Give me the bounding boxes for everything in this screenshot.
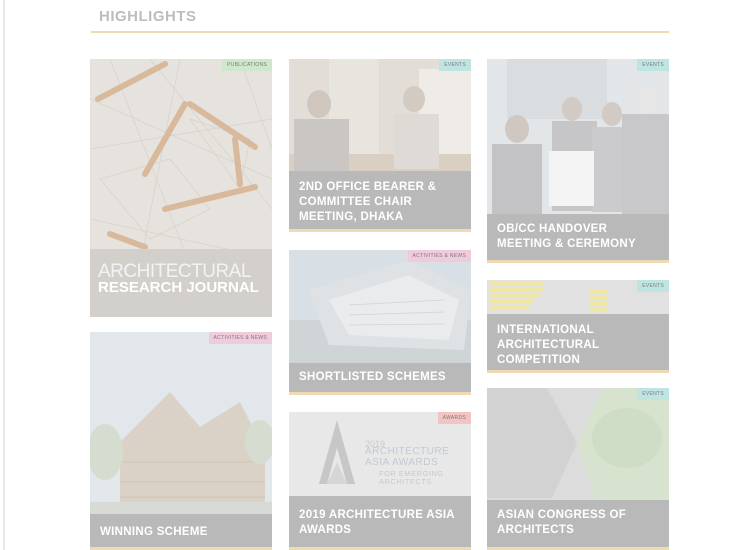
card-tag-activities-news: ACTIVITIES & NEWS [208,332,272,344]
highlight-card-winning-scheme[interactable]: ACTIVITIES & NEWS WINNING SCHEME [90,332,272,550]
highlight-card-obcc-handover[interactable]: EVENTS OB/CC HANDOVER MEETING & CEREMONY [487,59,669,263]
card-title: OB/CC HANDOVER MEETING & CEREMONY [497,223,636,250]
card-title: SHORTLISTED SCHEMES [299,371,446,383]
highlight-card-architecture-asia-awards[interactable]: 2019 ARCHITECTURE ASIA AWARDS FOR EMERGI… [289,412,471,550]
highlight-card-international-competition[interactable]: EVENTS INTERNATIONAL ARCHITECTURAL COMPE… [487,280,669,373]
card-tag-awards: AWARDS [437,412,471,424]
card-tag-events: EVENTS [439,59,471,71]
card-tag-events: EVENTS [637,388,669,400]
highlight-card-shortlisted-schemes[interactable]: ACTIVITIES & NEWS SHORTLISTED SCHEMES [289,250,471,395]
page-left-border [3,0,5,550]
card-title: INTERNATIONAL ARCHITECTURAL COMPETITION [497,324,600,366]
card-title: 2019 ARCHITECTURE ASIA AWARDS [299,509,455,536]
card-tag-events: EVENTS [637,59,669,71]
card-title: ASIAN CONGRESS OF ARCHITECTS [497,509,627,536]
card-tag-publications: PUBLICATIONS [222,59,272,71]
highlight-card-research-journal[interactable]: PUBLICATIONS ARCHITECTURAL RESEARCH JOUR… [90,59,272,317]
section-title-rule [91,31,669,33]
journal-title-line2: RESEARCH JOURNAL [98,279,259,296]
section-title: HIGHLIGHTS [99,8,197,25]
card-tag-activities-news: ACTIVITIES & NEWS [407,250,471,262]
card-tag-events: EVENTS [637,280,669,292]
awards-logo-line1: ARCHITECTURE [365,446,450,457]
highlight-card-office-bearer-meeting[interactable]: EVENTS 2ND OFFICE BEARER & COMMITTEE CHA… [289,59,471,232]
awards-logo-line2: ASIA AWARDS [365,457,439,468]
card-title: WINNING SCHEME [100,526,208,538]
awards-logo-line4: ARCHITECTS [379,477,432,486]
card-title: 2ND OFFICE BEARER & COMMITTEE CHAIR MEET… [299,181,437,223]
highlight-card-asian-congress[interactable]: EVENTS ASIAN CONGRESS OF ARCHITECTS [487,388,669,550]
